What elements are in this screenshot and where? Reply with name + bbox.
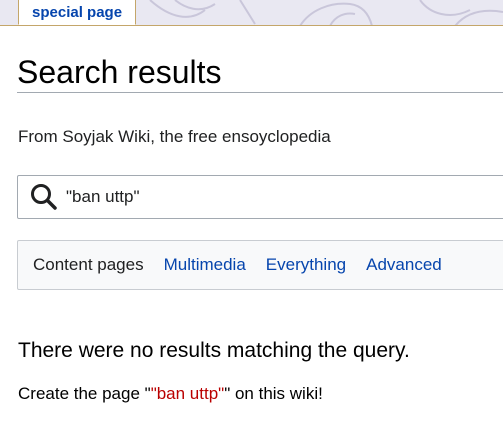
profile-content-pages[interactable]: Content pages xyxy=(33,255,144,275)
search-profile-bar: Content pages Multimedia Everything Adva… xyxy=(17,240,503,290)
profile-advanced[interactable]: Advanced xyxy=(366,255,442,275)
search-box[interactable] xyxy=(17,175,503,219)
create-suffix: " on this wiki! xyxy=(224,384,323,403)
create-page-link[interactable]: "ban uttp" xyxy=(151,384,225,403)
site-subtitle: From Soyjak Wiki, the free ensoyclopedia xyxy=(18,127,331,146)
profile-everything[interactable]: Everything xyxy=(266,255,346,275)
profile-multimedia[interactable]: Multimedia xyxy=(164,255,246,275)
search-icon[interactable] xyxy=(26,179,62,215)
create-prefix: Create the page " xyxy=(18,384,151,403)
tab-special-page[interactable]: special page xyxy=(18,0,137,25)
page-title: Search results xyxy=(17,52,503,93)
create-page-line: Create the page ""ban uttp"" on this wik… xyxy=(18,383,323,405)
page: special page Search results From Soyjak … xyxy=(0,0,503,445)
search-input[interactable] xyxy=(66,187,466,207)
no-results-message: There were no results matching the query… xyxy=(18,339,410,362)
